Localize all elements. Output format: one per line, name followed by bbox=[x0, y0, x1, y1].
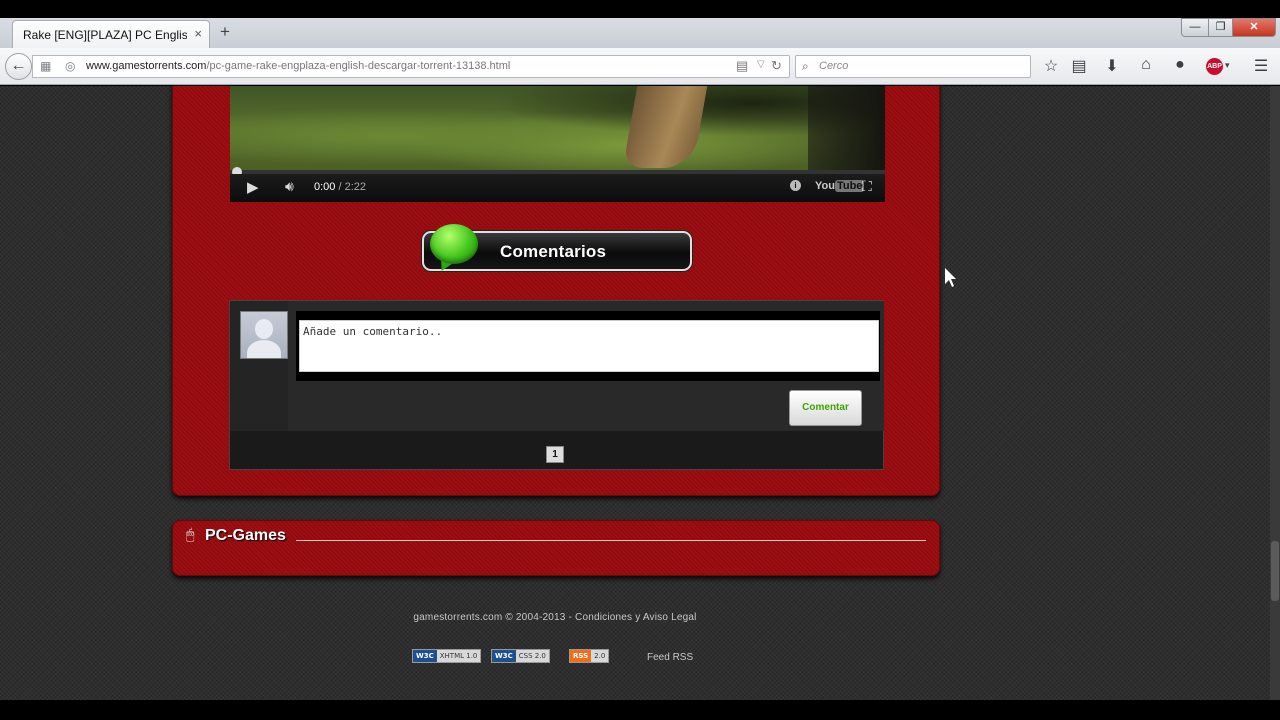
speech-bubble-icon bbox=[430, 224, 478, 264]
badge-xhtml-right: XHTML 1.0 bbox=[436, 650, 481, 662]
avatar-head bbox=[255, 319, 273, 339]
url-bar[interactable]: ▦ ◎ www.gamestorrents.com/pc-game-rake-e… bbox=[32, 55, 790, 78]
comment-field-frame: Añade un comentario.. bbox=[296, 311, 880, 381]
youtube-logo-you: You bbox=[815, 180, 835, 192]
youtube-logo-tube: Tube bbox=[834, 180, 865, 192]
fullscreen-icon[interactable]: ⛶ bbox=[862, 178, 872, 195]
avatar-column bbox=[230, 301, 288, 431]
page-scrollbar-thumb[interactable] bbox=[1271, 541, 1279, 601]
pc-games-section bbox=[172, 520, 940, 576]
search-icon: ⌕ bbox=[802, 59, 809, 73]
footer-copyright[interactable]: gamestorrents.com © 2004-2013 - Condicio… bbox=[0, 612, 1110, 623]
badge-rss-left: RSS bbox=[570, 650, 592, 662]
comment-form: Añade un comentario.. Comentar bbox=[288, 301, 884, 431]
screen: Rake [ENG][PLAZA] PC English... × + — ❐ … bbox=[0, 0, 1280, 720]
globe-icon: ◎ bbox=[65, 59, 76, 73]
page-scrollbar[interactable] bbox=[1270, 86, 1280, 700]
comments-header-label: Comentarios bbox=[500, 242, 607, 261]
home-icon[interactable]: ⌂ bbox=[1135, 56, 1157, 74]
volume-icon[interactable]: 🔊︎ bbox=[285, 178, 294, 195]
info-icon[interactable]: i bbox=[790, 180, 801, 191]
url-path: /pc-game-rake-engplaza-english-descargar… bbox=[206, 60, 511, 72]
video-duration: / 2:22 bbox=[338, 181, 367, 193]
youtube-logo[interactable]: You Tube bbox=[815, 180, 865, 192]
tab-close-icon[interactable]: × bbox=[194, 26, 202, 41]
reader-view-icon[interactable]: ▤ bbox=[736, 58, 748, 74]
avatar-body bbox=[247, 340, 281, 358]
search-bar[interactable]: ⌕ Cerco bbox=[795, 55, 1031, 78]
back-icon[interactable]: ← bbox=[5, 53, 32, 80]
section-divider bbox=[296, 540, 926, 541]
badge-xhtml-left: W3C bbox=[413, 650, 437, 662]
url-text[interactable]: www.gamestorrents.com/pc-game-rake-engpl… bbox=[86, 60, 510, 72]
window-maximize-button[interactable]: ❐ bbox=[1208, 18, 1233, 37]
video-controls: ▶ 🔊︎ 0:00 / 2:22 i You Tube ⛶ bbox=[230, 174, 885, 202]
video-frame bbox=[230, 86, 885, 170]
bookmark-star-icon[interactable]: ☆ bbox=[1040, 56, 1062, 76]
badge-rss[interactable]: RSS 2.0 bbox=[569, 649, 610, 663]
bookmarks-list-icon[interactable]: ▤ bbox=[1068, 56, 1090, 76]
window-minimize-button[interactable]: — bbox=[1181, 18, 1209, 37]
comment-panel: Añade un comentario.. Comentar 1 bbox=[229, 300, 884, 470]
chevron-down-icon[interactable]: ▾ bbox=[1225, 60, 1230, 71]
web-page: ▶ 🔊︎ 0:00 / 2:22 i You Tube ⛶ Comentarios bbox=[0, 86, 1280, 700]
video-current-time: 0:00 bbox=[314, 181, 336, 193]
badge-css-left: W3C bbox=[492, 650, 516, 662]
badge-css-right: CSS 2.0 bbox=[515, 650, 549, 662]
tab-title: Rake [ENG][PLAZA] PC English... bbox=[23, 28, 187, 42]
badge-rss-right: 2.0 bbox=[591, 650, 609, 662]
bottom-letterbox bbox=[0, 700, 1280, 720]
gamepad-icon: 🖱︎ bbox=[186, 526, 195, 542]
video-frame-shadow bbox=[808, 86, 885, 170]
reload-icon[interactable]: ↻ bbox=[771, 58, 782, 74]
browser-tab[interactable]: Rake [ENG][PLAZA] PC English... × bbox=[12, 20, 210, 48]
search-placeholder: Cerco bbox=[819, 60, 849, 72]
feed-rss-link[interactable]: Feed RSS bbox=[647, 652, 693, 663]
page-info-icon[interactable]: ▦ bbox=[40, 59, 51, 73]
url-host: www.gamestorrents.com bbox=[86, 60, 207, 72]
submit-comment-button[interactable]: Comentar bbox=[789, 390, 862, 426]
badge-xhtml[interactable]: W3C XHTML 1.0 bbox=[412, 649, 482, 663]
comment-textarea[interactable]: Añade un comentario.. bbox=[299, 320, 879, 372]
video-player[interactable]: ▶ 🔊︎ 0:00 / 2:22 i You Tube ⛶ bbox=[230, 86, 885, 202]
browser-navbar: ← ▦ ◎ www.gamestorrents.com/pc-game-rake… bbox=[0, 48, 1280, 85]
dropdown-icon[interactable]: ▽ bbox=[757, 59, 765, 70]
menu-icon[interactable]: ☰ bbox=[1250, 56, 1272, 76]
browser-titlebar: Rake [ENG][PLAZA] PC English... × + — ❐ … bbox=[0, 18, 1280, 48]
badge-css[interactable]: W3C CSS 2.0 bbox=[491, 649, 550, 663]
pagination-page-1[interactable]: 1 bbox=[546, 446, 564, 463]
adblock-icon[interactable]: ABP bbox=[1206, 58, 1223, 75]
play-icon[interactable]: ▶ bbox=[247, 178, 259, 196]
video-time: 0:00 / 2:22 bbox=[314, 181, 366, 193]
section-title[interactable]: PC-Games bbox=[205, 527, 286, 545]
chat-icon[interactable]: ● bbox=[1169, 56, 1191, 74]
download-icon[interactable]: ⬇ bbox=[1101, 56, 1123, 76]
window-close-button[interactable]: ✕ bbox=[1232, 18, 1276, 37]
new-tab-icon[interactable]: + bbox=[220, 22, 230, 42]
avatar bbox=[240, 311, 288, 359]
